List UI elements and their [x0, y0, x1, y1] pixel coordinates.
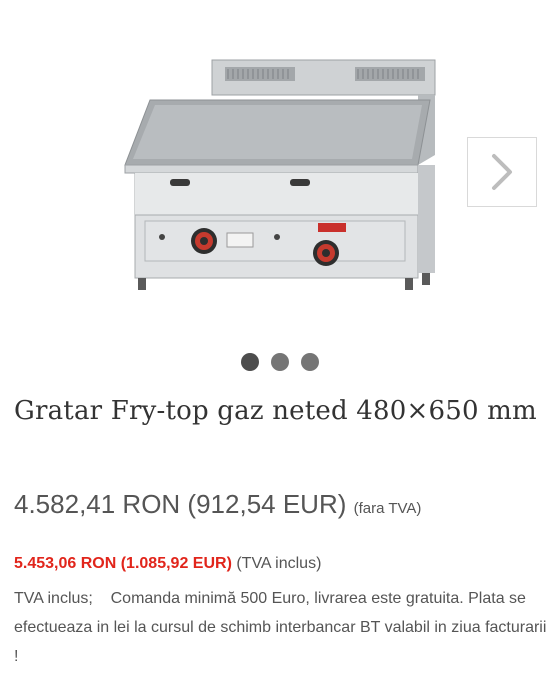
gallery-pagination [0, 353, 559, 371]
price-net-amount: 4.582,41 RON (912,54 EUR) [14, 489, 347, 519]
gallery-dot-3[interactable] [300, 353, 319, 371]
gallery-dot-2[interactable] [270, 353, 289, 371]
next-image-button[interactable] [467, 137, 537, 207]
price-gross: 5.453,06 RON (1.085,92 EUR) (TVA inclus) [14, 555, 321, 573]
gallery-dot-1[interactable] [240, 353, 259, 371]
price-net-note: (fara TVA) [353, 500, 422, 517]
price-gross-amount: 5.453,06 RON (1.085,92 EUR) [14, 555, 232, 572]
product-gallery [0, 0, 559, 345]
price-gross-note: (TVA inclus) [236, 555, 322, 572]
product-image[interactable] [100, 55, 450, 295]
price-net: 4.582,41 RON (912,54 EUR) (fara TVA) [14, 489, 421, 520]
product-title: Gratar Fry-top gaz neted 480×650 mm [14, 396, 537, 426]
order-info-text: TVA inclus; Comanda minimă 500 Euro, liv… [14, 590, 551, 665]
chevron-right-icon [492, 154, 512, 190]
